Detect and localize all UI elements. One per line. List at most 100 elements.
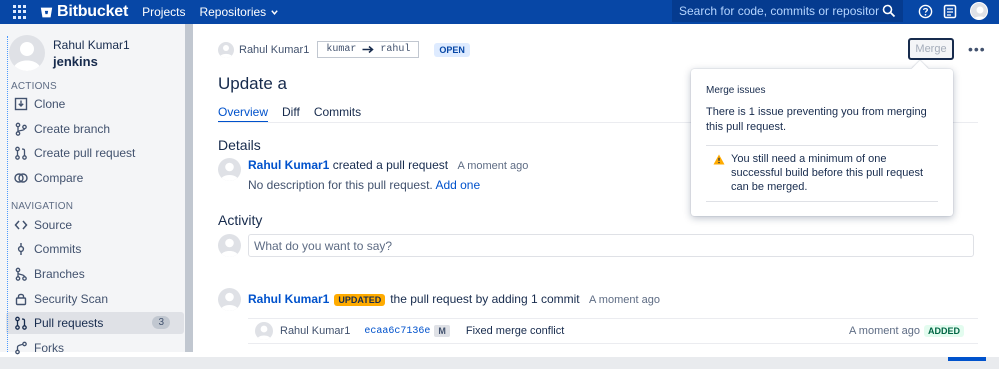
- avatar[interactable]: [218, 234, 241, 257]
- top-navigation-bar: Bitbucket Projects Repositories: [0, 0, 999, 24]
- details-heading: Details: [218, 137, 261, 153]
- sidebar-item-forks[interactable]: Forks: [6, 337, 184, 359]
- sidebar-item-commits[interactable]: Commits: [6, 238, 184, 260]
- search-icon[interactable]: [882, 4, 896, 18]
- nav-repositories[interactable]: Repositories: [199, 5, 279, 19]
- avatar[interactable]: [218, 158, 241, 181]
- event-time: A moment ago: [589, 294, 660, 306]
- commit-icon: [14, 242, 28, 256]
- pr-header: Rahul Kumar1 kumar rahul OPEN: [218, 41, 470, 58]
- sidebar-item-label: Create branch: [34, 122, 111, 136]
- branches-icon: [14, 267, 28, 281]
- sidebar-item-compare[interactable]: Compare: [6, 167, 184, 189]
- compare-icon: [14, 171, 28, 185]
- search-box[interactable]: [672, 0, 903, 22]
- avatar-placeholder-icon: [219, 44, 233, 58]
- bitbucket-logo[interactable]: Bitbucket: [40, 3, 128, 21]
- target-branch[interactable]: rahul: [380, 44, 410, 55]
- activity-event: Rahul Kumar1 UPDATED the pull request by a…: [218, 288, 660, 311]
- event-text: the pull request by adding 1 commit: [390, 292, 580, 306]
- sidebar-item-clone[interactable]: Clone: [6, 93, 184, 115]
- focus-outline: [7, 36, 8, 352]
- commit-time: A moment ago: [849, 325, 920, 337]
- avatar[interactable]: [218, 288, 241, 311]
- sidebar-item-source[interactable]: Source: [6, 214, 184, 236]
- pr-tabs: Overview Diff Commits: [218, 105, 375, 123]
- actions-heading: ACTIONS: [11, 81, 57, 92]
- avatar-placeholder-icon: [220, 292, 239, 311]
- sidebar-item-label: Source: [34, 218, 73, 232]
- commit-row: Rahul Kumar1 ecaa6c7136e M Fixed merge c…: [248, 318, 978, 344]
- help-icon[interactable]: [918, 4, 933, 19]
- sidebar-item-create-branch[interactable]: Create branch: [6, 118, 184, 140]
- sidebar: Rahul Kumar1 jenkins ACTIONS Clone Creat…: [0, 24, 193, 355]
- branch-icon: [14, 122, 28, 136]
- event-author[interactable]: Rahul Kumar1: [248, 292, 329, 306]
- pull-request-count-badge: 3: [152, 316, 170, 329]
- merge-issues-popup: Merge issues There is 1 issue preventing…: [691, 60, 953, 216]
- merge-button[interactable]: Merge: [908, 38, 954, 60]
- avatar-placeholder-icon: [13, 42, 41, 71]
- popup-summary: There is 1 issue preventing you from mer…: [706, 106, 927, 133]
- sidebar-scrollbar[interactable]: [185, 24, 193, 352]
- popup-divider: [706, 145, 938, 146]
- merge-commit-tag: M: [434, 325, 450, 337]
- search-input[interactable]: [679, 4, 879, 18]
- popup-divider: [706, 201, 938, 202]
- sidebar-item-create-pull-request[interactable]: Create pull request: [6, 142, 184, 164]
- tab-commits[interactable]: Commits: [314, 105, 361, 123]
- bitbucket-logo-icon: [40, 7, 53, 17]
- sidebar-item-label: Security Scan: [34, 292, 109, 306]
- sidebar-item-label: Pull requests: [34, 316, 104, 330]
- branch-flow: kumar rahul: [317, 41, 420, 58]
- avatar-placeholder-icon: [220, 162, 239, 181]
- more-actions-button[interactable]: •••: [968, 41, 986, 57]
- avatar[interactable]: [255, 322, 273, 340]
- nav-repositories-label: Repositories: [199, 5, 267, 19]
- brand-name: Bitbucket: [57, 3, 129, 20]
- details-action: created a pull request: [332, 158, 449, 172]
- navigation-heading: NAVIGATION: [11, 201, 74, 212]
- notes-icon[interactable]: [943, 4, 957, 19]
- page-title: Update a: [218, 74, 287, 93]
- sidebar-item-branches[interactable]: Branches: [6, 263, 184, 285]
- commit-hash-link[interactable]: ecaa6c7136e: [364, 326, 430, 337]
- comment-input[interactable]: What do you want to say?: [248, 234, 974, 257]
- commit-author: Rahul Kumar1: [280, 325, 351, 337]
- sidebar-item-pull-requests[interactable]: Pull requests 3: [6, 312, 184, 334]
- details-description: No description for this pull request.: [248, 178, 433, 192]
- commit-message: Fixed merge conflict: [465, 325, 565, 337]
- source-icon: [14, 218, 28, 232]
- chevron-down-icon: [271, 9, 278, 15]
- pull-request-icon: [14, 146, 28, 160]
- avatar-placeholder-icon: [257, 325, 271, 340]
- details-author[interactable]: Rahul Kumar1: [248, 158, 329, 172]
- avatar[interactable]: [218, 41, 234, 58]
- add-description-link[interactable]: Add one: [435, 178, 480, 192]
- updated-badge: UPDATED: [334, 294, 386, 306]
- sidebar-item-label: Create pull request: [34, 146, 136, 160]
- arrow-right-icon: [362, 45, 374, 54]
- avatar-placeholder-icon: [220, 238, 239, 257]
- clone-icon: [14, 97, 28, 111]
- tab-overview[interactable]: Overview: [218, 105, 269, 123]
- sidebar-repo-name[interactable]: jenkins: [53, 54, 130, 69]
- tab-diff[interactable]: Diff: [282, 105, 300, 123]
- sidebar-item-label: Commits: [34, 242, 82, 256]
- nav-projects[interactable]: Projects: [142, 5, 185, 19]
- fork-icon: [14, 341, 28, 355]
- sidebar-item-security-scan[interactable]: Security Scan: [6, 288, 184, 310]
- sidebar-item-label: Forks: [34, 341, 64, 355]
- comment-composer: [218, 234, 241, 257]
- avatar[interactable]: [970, 2, 988, 20]
- popup-title: Merge issues: [706, 85, 766, 96]
- sidebar-user-name[interactable]: Rahul Kumar1: [53, 38, 130, 52]
- horizontal-scrollbar[interactable]: [0, 357, 999, 369]
- repo-avatar[interactable]: [9, 35, 45, 71]
- app-switcher-icon[interactable]: [13, 5, 27, 19]
- pr-author-name[interactable]: Rahul Kumar1: [239, 44, 309, 56]
- source-branch[interactable]: kumar: [326, 44, 356, 55]
- details-entry: Rahul Kumar1 created a pull request A mo…: [218, 158, 528, 192]
- scrollbar-thumb[interactable]: [948, 357, 986, 361]
- warning-icon: [713, 154, 725, 165]
